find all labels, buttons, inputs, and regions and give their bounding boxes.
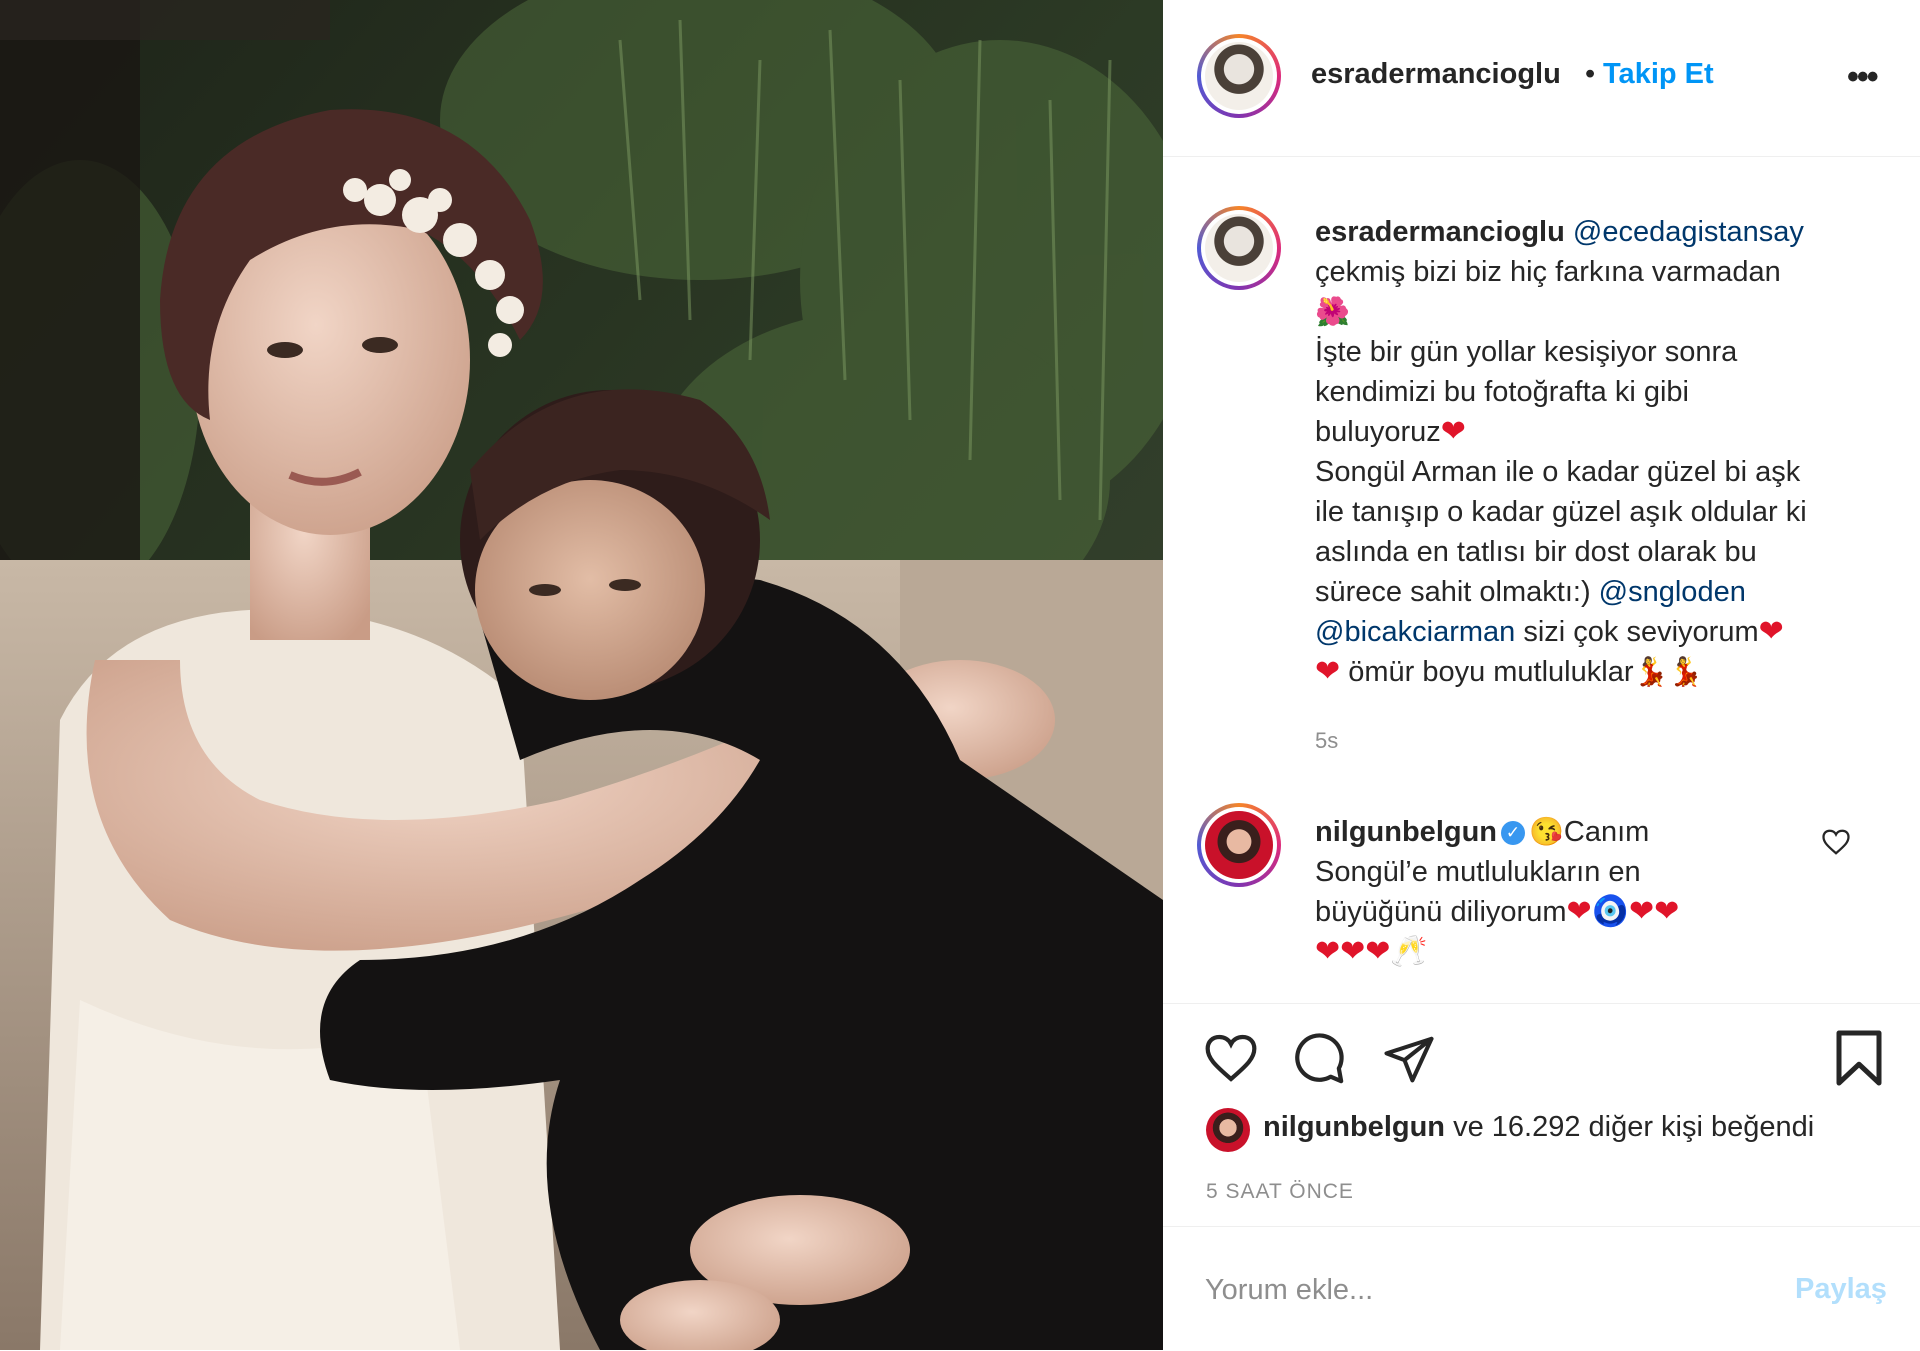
save-bookmark-icon[interactable] [1833,1028,1885,1088]
caption-username[interactable]: esradermancioglu [1315,216,1565,248]
add-comment-bar: Paylaş [1163,1226,1920,1351]
red-heart-emoji: ❤ [1315,655,1341,688]
caption-line: ile tanışıp o kadar güzel aşık oldular k… [1315,496,1807,528]
comment-input[interactable] [1203,1267,1767,1313]
comment-text: Songül’e mutlulukların en [1315,856,1641,888]
author-avatar[interactable] [1197,34,1281,118]
caption-line: ömür boyu mutluluklar [1340,656,1634,688]
likes-summary[interactable]: nilgunbelgun ve 16.292 diğer kişi beğend… [1263,1111,1814,1144]
like-comment-heart-icon[interactable] [1821,828,1851,856]
separator-dot: • [1585,58,1596,90]
emoji-group: ❤🧿❤❤ [1566,895,1680,928]
comment-text: Canım [1563,816,1650,848]
post-sidebar: esradermancioglu • Takip Et ••• esraderm… [1163,0,1920,1350]
caption-time[interactable]: 5s [1315,728,1338,754]
more-options-icon[interactable]: ••• [1847,58,1879,97]
photo-illustration [0,0,1163,1350]
mention-bicakciarman[interactable]: @bicakciarman [1315,616,1515,648]
comment: nilgunbelgun ✓ 😘Canım Songül’e mutluluklar… [1315,812,1785,972]
caption-line: sürece sahit olmaktı:) [1315,576,1591,608]
post-photo[interactable] [0,0,1163,1350]
liker-username[interactable]: nilgunbelgun [1263,1111,1445,1143]
verified-badge-icon: ✓ [1501,821,1526,846]
comment-bubble-icon[interactable] [1291,1031,1347,1087]
follow-button[interactable]: Takip Et [1603,58,1714,91]
mention-ecedagistansay[interactable]: @ecedagistansay [1573,216,1804,248]
comment-text: büyüğünü diliyorum [1315,896,1567,928]
dancer-emoji: 💃💃 [1633,656,1704,687]
commenter-username[interactable]: nilgunbelgun [1315,816,1497,848]
post-timestamp[interactable]: 5 SAAT ÖNCE [1206,1180,1354,1204]
commenter-avatar[interactable] [1197,803,1281,887]
red-heart-emoji: ❤ [1440,415,1466,448]
post-header: esradermancioglu • Takip Et ••• [1163,0,1920,157]
emoji-group: ❤❤❤🥂 [1315,935,1428,968]
caption-line: çekmiş bizi biz hiç farkına varmadan [1315,256,1781,288]
author-username[interactable]: esradermancioglu [1311,58,1561,91]
liker-avatar[interactable] [1206,1108,1250,1152]
action-bar: nilgunbelgun ve 16.292 diğer kişi beğend… [1163,1003,1920,1214]
like-heart-icon[interactable] [1203,1032,1259,1084]
kiss-emoji: 😘 [1529,816,1564,847]
red-heart-emoji: ❤ [1758,615,1784,648]
post-comment-button[interactable]: Paylaş [1795,1273,1887,1306]
caption-avatar[interactable] [1197,206,1281,290]
likes-count-text: ve 16.292 diğer kişi beğendi [1445,1111,1815,1143]
mention-sngloden[interactable]: @sngloden [1599,576,1746,608]
caption-line: kendimizi bu fotoğrafta ki gibi [1315,376,1689,408]
post-caption: esradermancioglu @ecedagistansay çekmiş … [1315,212,1895,692]
caption-line: sizi çok seviyorum [1515,616,1759,648]
caption-line: buluyoruz [1315,416,1441,448]
caption-line: aslında en tatlısı bir dost olarak bu [1315,536,1757,568]
hibiscus-emoji: 🌺 [1315,296,1350,327]
caption-line: İşte bir gün yollar kesişiyor sonra [1315,336,1738,368]
caption-line: Songül Arman ile o kadar güzel bi aşk [1315,456,1801,488]
share-send-icon[interactable] [1381,1032,1437,1086]
